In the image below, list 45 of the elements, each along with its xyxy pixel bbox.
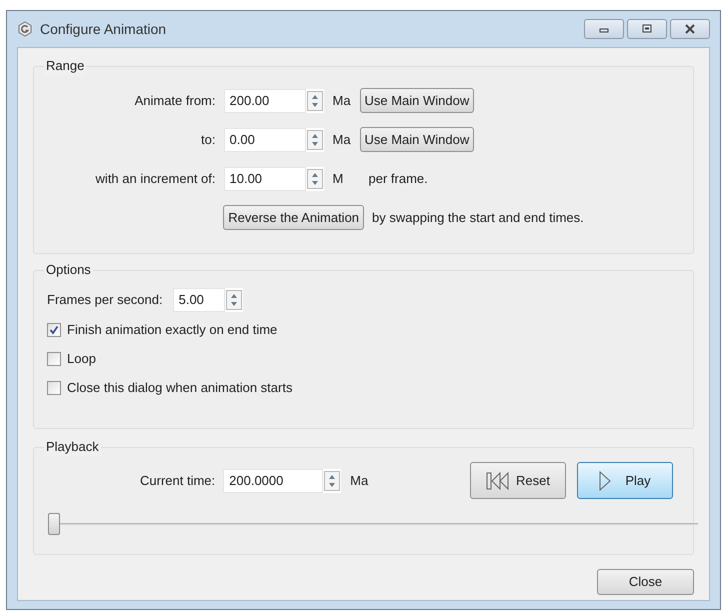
use-main-window-button[interactable]: Use Main Window	[360, 127, 474, 152]
unit-label: M	[332, 170, 344, 188]
skip-back-icon	[486, 472, 510, 490]
field-label: with an increment of:	[94, 170, 216, 188]
use-main-window-button[interactable]: Use Main Window	[360, 88, 474, 113]
time-slider[interactable]	[48, 513, 698, 535]
checkbox[interactable]	[47, 352, 61, 366]
app-logo-icon	[17, 21, 33, 37]
field-label: Animate from:	[134, 92, 216, 110]
minimize-window-button[interactable]	[584, 19, 624, 39]
field-label: to:	[200, 130, 216, 149]
suffix-label: per frame.	[368, 170, 428, 188]
number-field[interactable]: 5.00	[172, 288, 225, 312]
reverse-animation-button[interactable]: Reverse the Animation	[223, 205, 364, 230]
window-title: Configure Animation	[40, 20, 166, 39]
reset-button[interactable]: Reset	[470, 462, 566, 499]
number-field[interactable]: 0.00	[224, 128, 306, 152]
close-window-button[interactable]	[670, 19, 710, 39]
spin-arrows-icon[interactable]	[306, 88, 324, 112]
close-button[interactable]: Close	[597, 569, 694, 595]
number-field[interactable]: 10.00	[224, 166, 306, 190]
spin-arrows-icon[interactable]	[306, 166, 324, 190]
play-icon	[599, 470, 612, 490]
checkmark-icon	[49, 325, 59, 335]
play-button[interactable]: Play	[577, 462, 673, 499]
unit-label: Ma	[332, 92, 352, 110]
spin-arrows-icon[interactable]	[224, 288, 243, 312]
unit-label: Ma	[350, 472, 368, 490]
checkbox[interactable]	[47, 381, 61, 395]
checkbox-label: Finish animation exactly on end time	[67, 321, 278, 340]
checkbox-label: Loop	[67, 350, 96, 368]
number-field[interactable]: 200.00	[224, 88, 306, 112]
field-label: Frames per second:	[47, 291, 163, 310]
slider-thumb[interactable]	[48, 513, 60, 535]
close-icon	[683, 24, 697, 34]
number-field[interactable]: 200.0000	[223, 468, 324, 492]
spin-arrows-icon[interactable]	[306, 128, 324, 152]
reverse-note: by swapping the start and end times.	[372, 208, 584, 227]
unit-label: Ma	[332, 130, 352, 149]
checkbox[interactable]	[47, 323, 61, 337]
maximize-window-button[interactable]	[627, 19, 667, 39]
field-label: Current time:	[140, 472, 216, 490]
checkbox-label: Close this dialog when animation starts	[67, 379, 292, 398]
spin-arrows-icon[interactable]	[323, 468, 342, 492]
maximize-icon	[640, 24, 654, 34]
